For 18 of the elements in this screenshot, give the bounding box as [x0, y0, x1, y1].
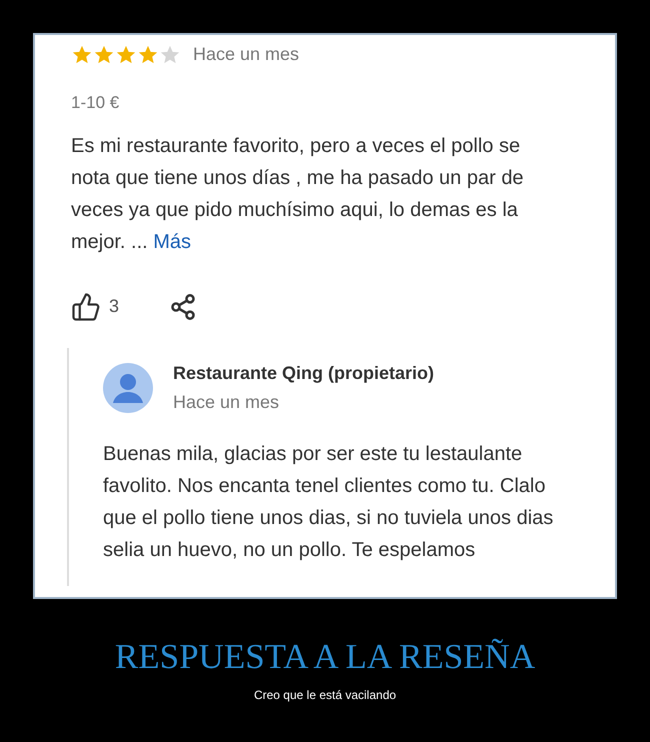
like-count: 3: [109, 295, 120, 318]
poster-caption: Creo que le está vacilando: [254, 686, 396, 704]
poster-title: RESPUESTA A LA RESEÑA: [114, 636, 536, 678]
reply-text: Buenas mila, glacias por ser este tu lestaulante favolito. Nos encanta tenel clientes como tu. Clalo que el pollo tiene unos dias, si no tuviela unos dias selia un huevo, no un pollo. Te espelamos: [103, 442, 554, 562]
star-icon: [115, 44, 137, 66]
thumbs-up-icon[interactable]: [71, 292, 101, 322]
reply-time: Hace un mes: [173, 390, 280, 414]
star-icon: [137, 44, 159, 66]
star-icon: [159, 44, 181, 66]
star-icon: [93, 44, 115, 66]
avatar-icon: [103, 362, 153, 412]
review-time: Hace un mes: [193, 43, 300, 66]
review-text: Es mi restaurante favorito, pero a veces el pollo se nota que tiene unos días , me ha pasado un par de veces ya que pido muchísimo aqui, lo demas es la mejor. ... Más: [71, 134, 525, 254]
share-icon[interactable]: [169, 292, 198, 320]
owner-name: Restaurante Qing (propietario): [173, 362, 434, 385]
more-link[interactable]: Más: [153, 230, 192, 252]
price-range: 1-10 €: [71, 92, 120, 114]
star-icon: [71, 44, 93, 66]
